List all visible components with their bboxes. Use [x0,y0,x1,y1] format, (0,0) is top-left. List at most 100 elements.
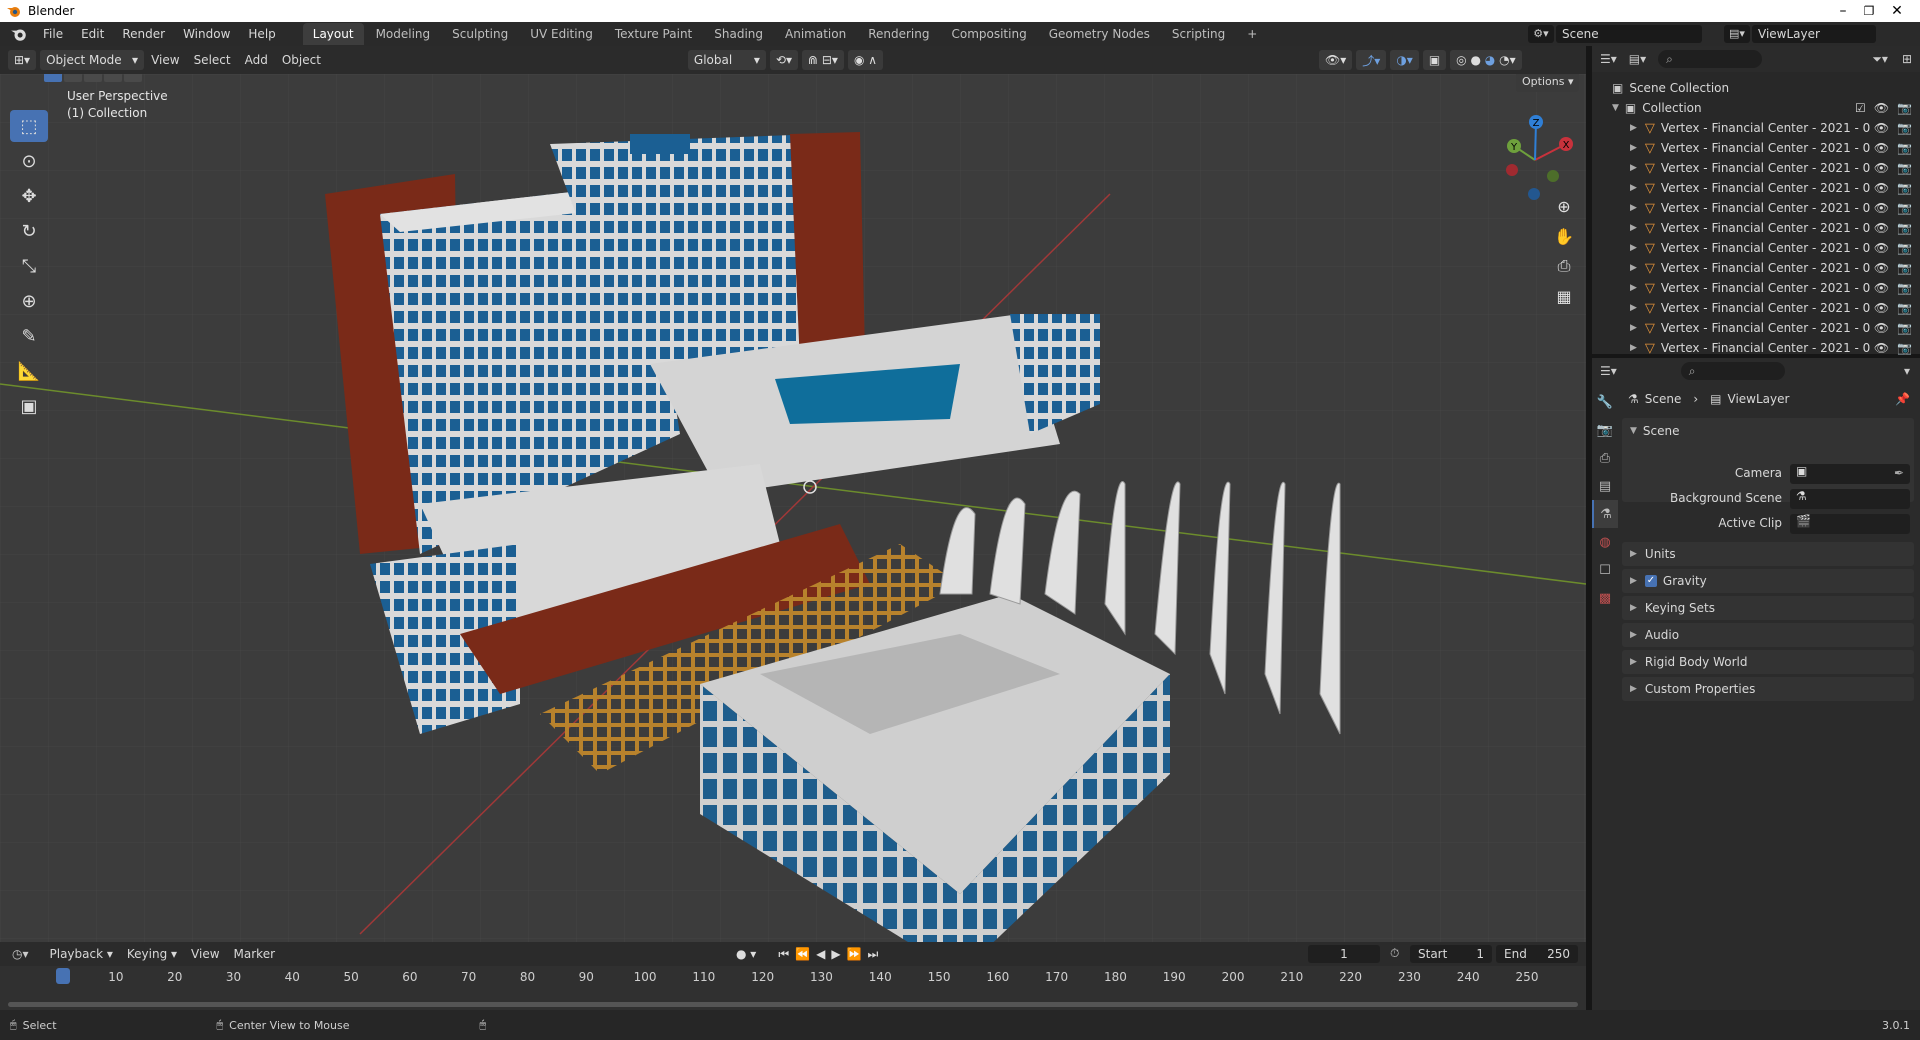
eye-icon[interactable]: 👁 [1874,201,1889,215]
eye-icon[interactable]: 👁 [1874,101,1889,115]
gizmo-toggle-button[interactable]: ⤴▾ [1356,50,1387,70]
collapse-triangle-icon[interactable]: ▶ [1630,163,1637,173]
menu-window[interactable]: Window [174,22,239,46]
tab-scripting[interactable]: Scripting [1162,23,1235,45]
tab-render[interactable]: 📷 [1592,416,1618,444]
camera-icon[interactable]: 📷 [1897,141,1912,155]
collapse-triangle-icon[interactable]: ▶ [1630,263,1637,273]
overlay-toggle-button[interactable]: ◑▾ [1390,50,1419,70]
tab-texture[interactable]: ▩ [1592,584,1618,612]
options-button[interactable]: Options ▾ [1516,74,1580,92]
camera-icon[interactable]: 📷 [1897,121,1912,135]
tab-collection[interactable]: ☐ [1592,556,1618,584]
outliner-object-row[interactable]: ▶ ▽ Vertex - Financial Center - 2021 - 0 👁 📷 [1592,298,1920,318]
jump-start-icon[interactable]: ⏮ [778,947,795,961]
keying-sets-panel[interactable]: ▶ Keying Sets [1622,596,1914,620]
camera-icon[interactable]: 📷 [1897,341,1912,355]
eye-icon[interactable]: 👁 [1874,341,1889,355]
rotate-tool[interactable]: ↻ [10,215,48,247]
select-extend-button[interactable] [64,74,82,82]
grid-perspective-icon[interactable]: ▦ [1550,282,1578,310]
checkbox-icon[interactable]: ☑ [1855,101,1866,115]
frame-ruler[interactable]: 1102030405060708090100110120130140150160… [0,966,1586,988]
close-button[interactable]: ✕ [1874,0,1920,22]
camera-icon[interactable]: 📷 [1897,161,1912,175]
menu-marker[interactable]: Marker [227,947,282,961]
tab-animation[interactable]: Animation [775,23,856,45]
camera-icon[interactable]: 📷 [1897,301,1912,315]
collapse-triangle-icon[interactable]: ▶ [1630,123,1637,133]
properties-search-field[interactable]: ⌕ [1680,362,1785,380]
scale-tool[interactable]: ⤡ [10,250,48,282]
eye-icon[interactable]: 👁 [1874,261,1889,275]
collapse-triangle-icon[interactable]: ▶ [1630,223,1637,233]
menu-help[interactable]: Help [239,22,284,46]
collapse-triangle-icon[interactable]: ▶ [1630,243,1637,253]
tab-modeling[interactable]: Modeling [366,23,441,45]
select-invert-button[interactable] [104,74,122,82]
select-subtract-button[interactable] [84,74,102,82]
tab-world[interactable]: ◍ [1592,528,1618,556]
chevron-down-icon[interactable]: ▾ [1904,364,1910,378]
collapse-triangle-icon[interactable]: ▶ [1630,143,1637,153]
background-scene-field[interactable]: ⚗ [1790,489,1910,509]
eye-icon[interactable]: 👁 [1874,221,1889,235]
visibility-button[interactable]: 👁▾ [1319,50,1353,70]
menu-add[interactable]: Add [238,53,275,67]
outliner-object-row[interactable]: ▶ ▽ Vertex - Financial Center - 2021 - 0 👁 📷 [1592,238,1920,258]
tab-sculpting[interactable]: Sculpting [442,23,518,45]
eye-icon[interactable]: 👁 [1874,161,1889,175]
outliner-object-row[interactable]: ▶ ▽ Vertex - Financial Center - 2021 - 0 👁 📷 [1592,218,1920,238]
camera-icon[interactable]: 📷 [1897,201,1912,215]
jump-end-icon[interactable]: ⏭ [868,947,885,961]
menu-render[interactable]: Render [113,22,174,46]
record-icon[interactable]: ● ▾ [736,947,756,961]
current-frame-field[interactable]: 1 [1308,945,1380,963]
blender-menu-icon[interactable] [10,25,28,43]
menu-view[interactable]: View [144,53,186,67]
menu-edit[interactable]: Edit [72,22,113,46]
xray-button[interactable]: ▣ [1422,50,1447,70]
menu-playback[interactable]: Playback ▾ [43,947,120,961]
gravity-panel[interactable]: ▶ ✓ Gravity [1622,569,1914,593]
units-panel[interactable]: ▶ Units [1622,542,1914,566]
zoom-icon[interactable]: ⊕ [1550,192,1578,220]
measure-tool[interactable]: 📐 [10,355,48,387]
camera-icon[interactable]: 📷 [1897,261,1912,275]
scene-selector[interactable]: Scene [1556,25,1702,43]
camera-icon[interactable]: 📷 [1897,221,1912,235]
outliner-object-row[interactable]: ▶ ▽ Vertex - Financial Center - 2021 - 0 👁 📷 [1592,278,1920,298]
outliner-object-row[interactable]: ▶ ▽ Vertex - Financial Center - 2021 - 0 👁 📷 [1592,198,1920,218]
eye-icon[interactable]: 👁 [1874,321,1889,335]
add-cube-tool[interactable]: ▣ [10,390,48,422]
annotate-tool[interactable]: ✎ [10,320,48,352]
start-frame-field[interactable]: Start 1 [1410,945,1492,963]
scene-panel-header[interactable]: ▼ Scene [1622,418,1914,444]
navigation-gizmo[interactable]: X Y Z [1490,110,1580,200]
menu-file[interactable]: File [34,22,72,46]
cursor-tool[interactable]: ⊙ [10,145,48,177]
viewlayer-browse-icon[interactable]: ▤▾ [1724,25,1750,43]
display-mode-icon[interactable]: ▤▾ [1629,52,1646,66]
properties-editor-icon[interactable]: ☰▾ [1600,364,1617,378]
outliner-editor-icon[interactable]: ☰▾ [1600,52,1617,66]
camera-view-icon[interactable]: ⎙ [1550,252,1578,280]
tab-compositing[interactable]: Compositing [941,23,1036,45]
camera-icon[interactable]: 📷 [1897,281,1912,295]
outliner-object-row[interactable]: ▶ ▽ Vertex - Financial Center - 2021 - 0 👁 📷 [1592,158,1920,178]
playhead[interactable] [56,968,70,984]
timeline-area[interactable]: 1102030405060708090100110120130140150160… [0,966,1586,1010]
add-workspace-button[interactable]: + [1237,23,1267,45]
tab-layout[interactable]: Layout [302,23,364,45]
collapse-triangle-icon[interactable]: ▶ [1630,283,1637,293]
hand-pan-icon[interactable]: ✋ [1550,222,1578,250]
outliner-collection[interactable]: ▼ ▣ Collection ☑ 👁 📷 [1592,98,1920,118]
timeline-scrollbar[interactable] [8,1002,1578,1007]
select-box-tool[interactable]: ⬚ [10,110,48,142]
collapse-triangle-icon[interactable]: ▶ [1630,343,1637,353]
menu-keying[interactable]: Keying ▾ [120,947,184,961]
camera-icon[interactable]: 📷 [1897,101,1912,115]
stopwatch-icon[interactable]: ⏱ [1390,946,1399,961]
eye-icon[interactable]: 👁 [1874,281,1889,295]
outliner-object-row[interactable]: ▶ ▽ Vertex - Financial Center - 2021 - 0 👁 📷 [1592,338,1920,358]
